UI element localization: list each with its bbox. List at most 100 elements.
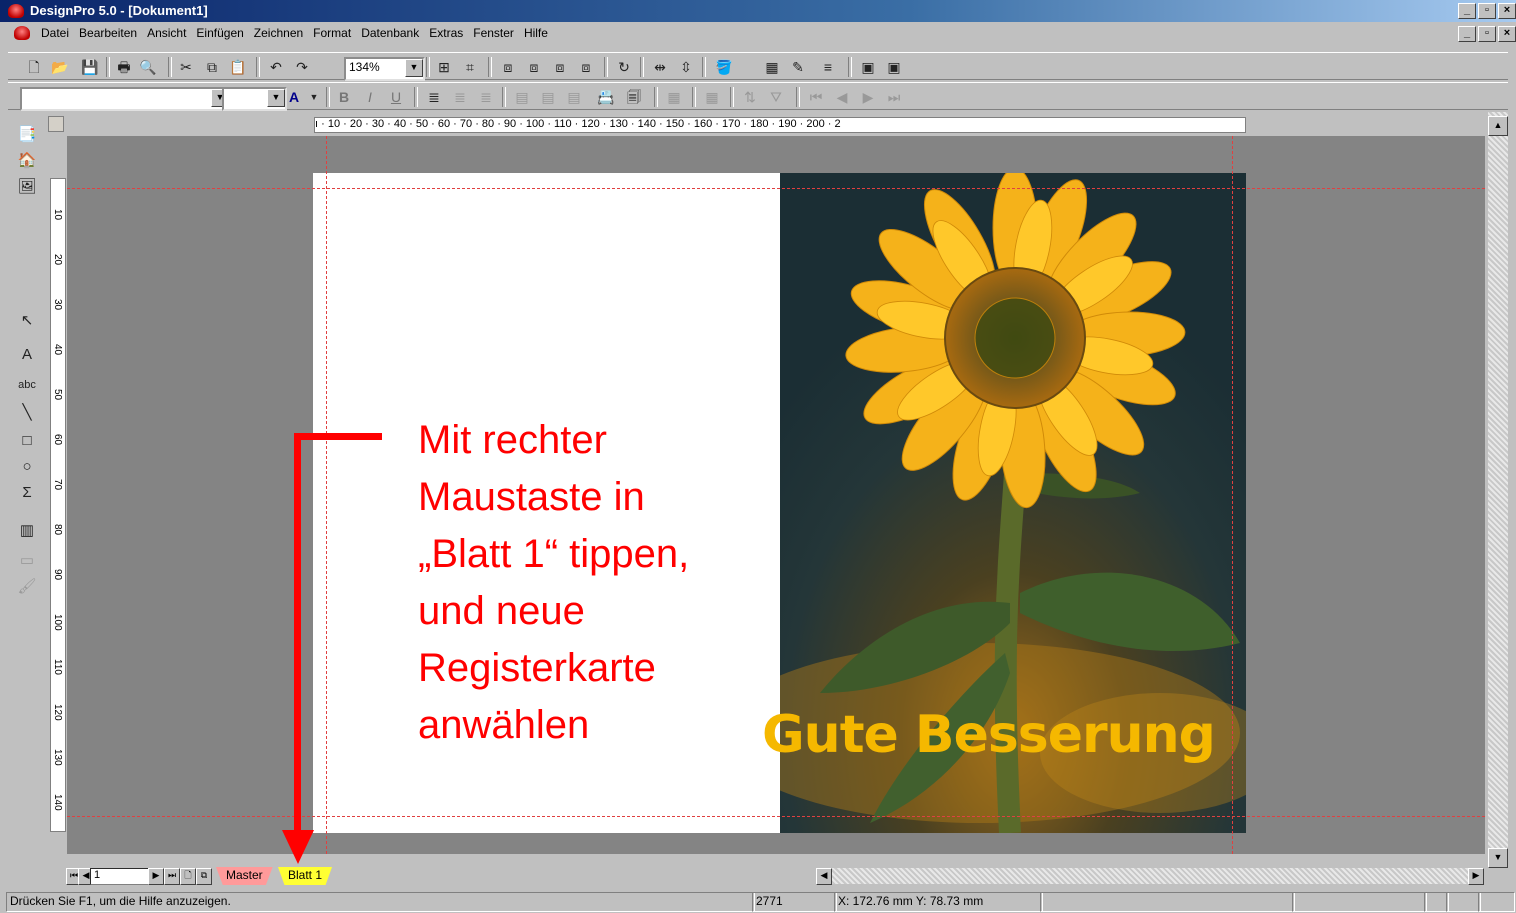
valign-top-icon[interactable]: ▤ xyxy=(512,87,532,107)
underline-button[interactable]: U xyxy=(386,87,406,107)
shadow-icon[interactable]: ▣ xyxy=(858,57,878,77)
text-tool-icon[interactable]: A xyxy=(16,344,38,366)
cut-icon[interactable]: ✂ xyxy=(176,57,196,77)
paste-icon[interactable]: 📋 xyxy=(228,57,248,77)
tab-master[interactable]: Master xyxy=(216,867,273,885)
pattern-icon[interactable]: ▦ xyxy=(762,57,782,77)
menu-item-hilfe[interactable]: Hilfe xyxy=(519,26,553,40)
menu-item-fenster[interactable]: Fenster xyxy=(468,26,519,40)
ellipse-tool-icon[interactable]: ○ xyxy=(16,456,38,478)
doc-restore-button[interactable]: ▫ xyxy=(1478,26,1496,42)
undo-icon[interactable]: ↶ xyxy=(266,57,286,77)
database-field-icon[interactable]: 📇 xyxy=(596,87,616,107)
duplicate-page-icon[interactable]: ⧉ xyxy=(196,868,212,885)
line-tool-icon[interactable]: ╲ xyxy=(16,402,38,424)
horizontal-ruler-ticks: ı · 10 · 20 · 30 · 40 · 50 · 60 · 70 · 8… xyxy=(314,117,1246,133)
rectangle-tool-icon[interactable]: □ xyxy=(16,430,38,452)
curved-text-tool-icon[interactable]: abc xyxy=(16,374,38,396)
ungroup-icon[interactable]: ⧈ xyxy=(576,57,596,77)
tab-blatt-1[interactable]: Blatt 1 xyxy=(278,867,333,885)
italic-button[interactable]: I xyxy=(360,87,380,107)
restore-button[interactable]: ▫ xyxy=(1478,3,1496,19)
close-button[interactable]: × xyxy=(1498,3,1516,19)
horizontal-scrollbar[interactable]: ◀ ▶ xyxy=(816,868,1484,885)
copy-icon[interactable]: ⧉ xyxy=(202,57,222,77)
crop-icon[interactable]: ⌗ xyxy=(460,57,480,77)
font-size-select[interactable]: ▼ xyxy=(222,87,287,111)
page-number-field[interactable]: 1 xyxy=(90,868,149,885)
redo-icon[interactable]: ↷ xyxy=(292,57,312,77)
fill-color-icon[interactable]: 🪣 xyxy=(714,57,734,77)
minimize-button[interactable]: _ xyxy=(1458,3,1476,19)
doc-close-button[interactable]: × xyxy=(1498,26,1516,42)
greeting-text[interactable]: Gute Besserung xyxy=(762,705,1262,765)
bold-button[interactable]: B xyxy=(334,87,354,107)
align-objects-icon[interactable]: ⊞ xyxy=(434,57,454,77)
font-name-select[interactable]: ▼ xyxy=(20,87,231,111)
send-back-icon[interactable]: ⧈ xyxy=(524,57,544,77)
next-page-icon[interactable]: ▶ xyxy=(148,868,164,885)
font-color-dropdown-icon[interactable]: ▼ xyxy=(304,87,324,107)
menu-item-datei[interactable]: Datei xyxy=(36,26,74,40)
scroll-up-icon[interactable]: ▲ xyxy=(1488,116,1508,136)
new-file-icon[interactable]: 🗋 xyxy=(24,57,44,77)
last-record-icon[interactable]: ⏭ xyxy=(884,87,904,107)
scroll-left-icon[interactable]: ◀ xyxy=(816,868,832,885)
menu-item-format[interactable]: Format xyxy=(308,26,356,40)
serial-tool-icon[interactable]: ▭ xyxy=(16,550,38,572)
valign-middle-icon[interactable]: ▤ xyxy=(538,87,558,107)
menu-bar: Datei Bearbeiten Ansicht Einfügen Zeichnen Fo… xyxy=(0,22,1516,44)
valign-bottom-icon[interactable]: ▤ xyxy=(564,87,584,107)
resize-grip[interactable] xyxy=(1478,892,1515,912)
align-center-icon[interactable]: ≣ xyxy=(450,87,470,107)
menu-item-zeichnen[interactable]: Zeichnen xyxy=(249,26,308,40)
last-page-icon[interactable]: ⏭ xyxy=(164,868,180,885)
frame-icon[interactable]: ▣ xyxy=(884,57,904,77)
record-icon[interactable]: ▦ xyxy=(664,87,684,107)
merge-icon[interactable]: 🗐 xyxy=(624,87,644,107)
save-icon[interactable]: 💾 xyxy=(80,57,100,77)
sort-icon[interactable]: ⇅ xyxy=(740,87,760,107)
flip-vertical-icon[interactable]: ⇳ xyxy=(676,57,696,77)
picture-tool-icon[interactable]: 🖌 xyxy=(16,576,38,598)
line-style-icon[interactable]: ≡ xyxy=(818,57,838,77)
document-icon xyxy=(14,26,30,40)
barcode-tool-icon[interactable]: ▥ xyxy=(16,520,38,542)
status-panel-empty-1 xyxy=(1040,892,1295,912)
open-folder-icon[interactable]: 📂 xyxy=(50,57,70,77)
zoom-select[interactable]: 134% ▼ xyxy=(344,57,425,81)
align-left-icon[interactable]: ≣ xyxy=(424,87,444,107)
print-preview-icon[interactable]: 🔍 xyxy=(138,57,158,77)
status-value: 2771 xyxy=(752,892,837,912)
group-icon[interactable]: ⧈ xyxy=(550,57,570,77)
pointer-tool-icon[interactable]: ↖ xyxy=(16,310,38,332)
flip-horizontal-icon[interactable]: ⇹ xyxy=(650,57,670,77)
layers-icon[interactable]: 📑 xyxy=(16,124,38,146)
scroll-right-icon[interactable]: ▶ xyxy=(1468,868,1484,885)
menu-item-datenbank[interactable]: Datenbank xyxy=(356,26,424,40)
prev-record-icon[interactable]: ◀ xyxy=(832,87,852,107)
font-color-button[interactable]: A xyxy=(284,87,304,107)
print-icon[interactable]: 🖶 xyxy=(114,57,134,77)
zoom-dropdown-arrow-icon[interactable]: ▼ xyxy=(405,59,423,77)
align-right-icon[interactable]: ≣ xyxy=(476,87,496,107)
menu-item-ansicht[interactable]: Ansicht xyxy=(142,26,191,40)
line-color-icon[interactable]: ✎ xyxy=(788,57,808,77)
menu-item-einfügen[interactable]: Einfügen xyxy=(191,26,248,40)
add-page-icon[interactable]: 🗋 xyxy=(180,868,196,885)
sum-tool-icon[interactable]: Σ xyxy=(16,482,38,504)
table-icon[interactable]: ▦ xyxy=(702,87,722,107)
scroll-down-icon[interactable]: ▼ xyxy=(1488,848,1508,868)
menu-item-extras[interactable]: Extras xyxy=(424,26,468,40)
rotate-icon[interactable]: ↻ xyxy=(614,57,634,77)
size-dropdown-arrow-icon[interactable]: ▼ xyxy=(267,89,285,107)
first-record-icon[interactable]: ⏮ xyxy=(806,87,826,107)
filter-icon[interactable]: ⛛ xyxy=(766,87,786,107)
menu-item-bearbeiten[interactable]: Bearbeiten xyxy=(74,26,142,40)
next-record-icon[interactable]: ▶ xyxy=(858,87,878,107)
gallery-icon[interactable]: 🏠 xyxy=(16,150,38,172)
bring-front-icon[interactable]: ⧈ xyxy=(498,57,518,77)
image-icon[interactable]: 🖼 xyxy=(16,176,38,198)
doc-minimize-button[interactable]: _ xyxy=(1458,26,1476,42)
vertical-scrollbar[interactable]: ▲ ▼ xyxy=(1488,112,1508,868)
